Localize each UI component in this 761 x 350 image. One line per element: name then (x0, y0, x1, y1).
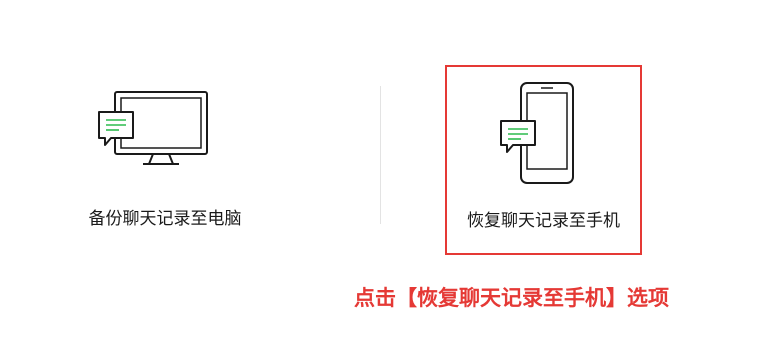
restore-to-phone-label: 恢复聊天记录至手机 (467, 211, 620, 231)
restore-to-phone-option[interactable]: 恢复聊天记录至手机 (445, 65, 642, 255)
instruction-annotation: 点击【恢复聊天记录至手机】选项 (354, 286, 669, 310)
phone-chat-icon (500, 82, 574, 184)
backup-to-pc-option[interactable]: 备份聊天记录至电脑 (60, 80, 270, 230)
desktop-chat-icon (98, 91, 208, 165)
backup-to-pc-label: 备份聊天记录至电脑 (88, 209, 242, 229)
divider (380, 86, 381, 224)
